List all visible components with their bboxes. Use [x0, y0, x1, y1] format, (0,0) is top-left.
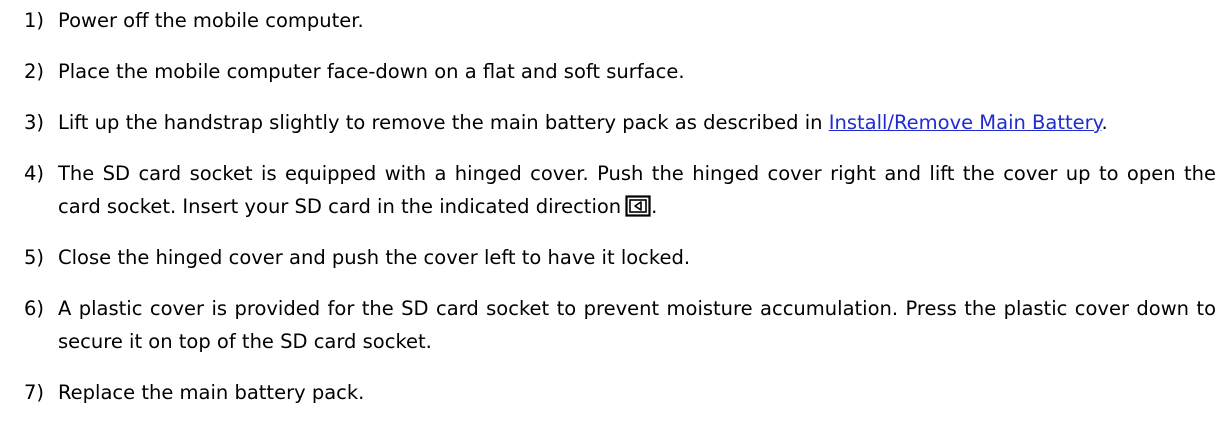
step-text: Place the mobile computer face-down on a… [58, 60, 685, 83]
step-text: Replace the main battery pack. [58, 381, 365, 404]
step-number: 2) [24, 60, 45, 83]
step-5: 5) Close the hinged cover and push the c… [24, 241, 1216, 274]
step-number: 4) [24, 162, 45, 185]
step-number: 6) [24, 297, 45, 320]
step-3: 3) Lift up the handstrap slightly to rem… [24, 106, 1216, 139]
procedure-steps: 1) Power off the mobile computer. 2) Pla… [24, 4, 1216, 409]
install-remove-main-battery-link[interactable]: Install/Remove Main Battery [829, 111, 1102, 134]
step-text-part: . [651, 195, 658, 218]
step-text: A plastic cover is provided for the SD c… [58, 297, 1216, 353]
step-number: 7) [24, 381, 45, 404]
step-number: 3) [24, 111, 45, 134]
step-text-part: Lift up the handstrap slightly to remove… [58, 111, 829, 134]
step-4: 4) The SD card socket is equipped with a… [24, 157, 1216, 223]
step-text: Close the hinged cover and push the cove… [58, 246, 691, 269]
step-text: Power off the mobile computer. [58, 9, 364, 32]
step-7: 7) Replace the main battery pack. [24, 376, 1216, 409]
step-1: 1) Power off the mobile computer. [24, 4, 1216, 37]
step-text: The SD card socket is equipped with a hi… [58, 157, 1216, 223]
step-number: 5) [24, 246, 45, 269]
step-6: 6) A plastic cover is provided for the S… [24, 292, 1216, 358]
step-text-part: . [1101, 111, 1108, 134]
step-number: 1) [24, 9, 45, 32]
step-text: Lift up the handstrap slightly to remove… [58, 106, 1216, 139]
step-2: 2) Place the mobile computer face-down o… [24, 55, 1216, 88]
sd-card-direction-icon [625, 195, 651, 217]
